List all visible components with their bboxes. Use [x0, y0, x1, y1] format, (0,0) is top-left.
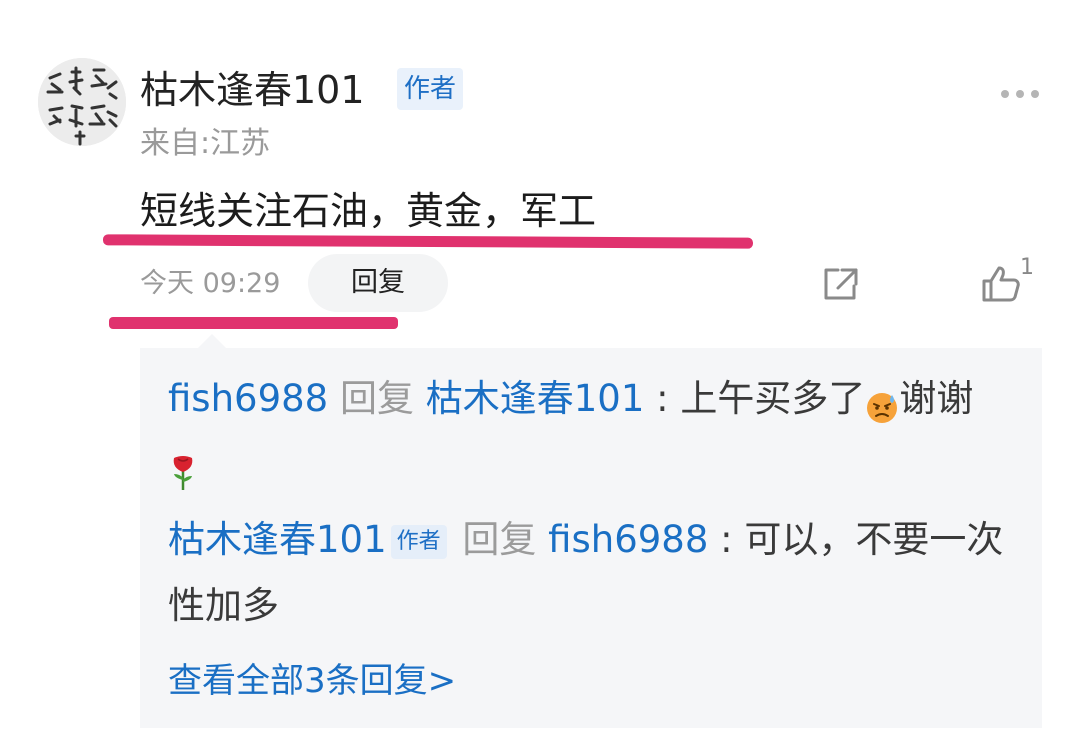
reply-item[interactable]: fish6988 回复 枯木逢春101 : 上午买多了 谢谢 — [168, 366, 1018, 498]
reply-author[interactable]: 枯木逢春101 — [168, 518, 387, 561]
location-label: 来自:江苏 — [140, 126, 271, 161]
rose-emoji-icon — [168, 447, 198, 490]
reply-verb: 回复 — [339, 377, 414, 420]
author-badge: 作者 — [390, 524, 447, 559]
share-icon[interactable] — [820, 264, 862, 304]
reply-button[interactable]: 回复 — [308, 254, 448, 312]
reply-text: 上午买多了 — [680, 377, 866, 420]
reply-separator: : — [720, 518, 733, 561]
thumbs-up-icon[interactable] — [980, 264, 1024, 304]
comment-time: 今天 09:29 — [140, 268, 281, 299]
reply-target[interactable]: 枯木逢春101 — [426, 377, 645, 420]
sweating-face-emoji-icon — [865, 380, 899, 423]
reply-verb: 回复 — [462, 518, 537, 561]
more-icon[interactable] — [1000, 84, 1040, 98]
reply-item[interactable]: 枯木逢春101 作者 回复 fish6988 : 可以，不要一次性加多 — [168, 507, 1018, 639]
author-badge: 作者 — [397, 68, 464, 110]
reply-separator: : — [656, 377, 669, 420]
reply-target[interactable]: fish6988 — [548, 518, 708, 561]
comment-text: 短线关注石油，黄金，军工 — [140, 189, 597, 233]
reply-author[interactable]: fish6988 — [168, 377, 328, 420]
highlight-underline-time — [109, 317, 398, 329]
comment-username[interactable]: 枯木逢春101 — [140, 66, 365, 114]
reply-text-thanks: 谢谢 — [899, 377, 974, 420]
avatar-calligraphy-image — [38, 58, 126, 146]
like-count: 1 — [1020, 255, 1034, 280]
highlight-underline — [102, 234, 754, 249]
avatar[interactable] — [38, 58, 126, 146]
view-all-replies-link[interactable]: 查看全部3条回复> — [168, 656, 456, 706]
replies-box-pointer — [198, 334, 226, 348]
